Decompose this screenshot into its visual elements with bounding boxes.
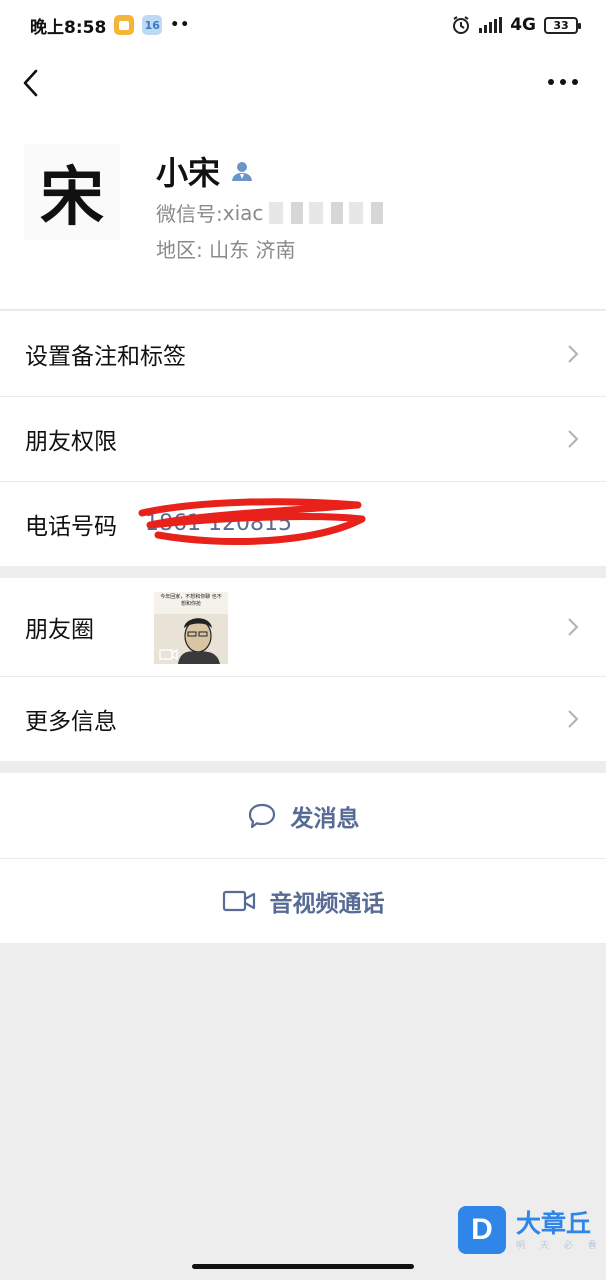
profile-header: 宋 小宋 微信号: xiac 地区: 山东 济南 [0, 114, 606, 310]
watermark: D 大章丘 明 天 必 看 [458, 1206, 603, 1254]
row-label: 朋友圈 [25, 617, 94, 643]
chevron-right-icon [568, 344, 579, 363]
network-type: 4G [510, 15, 536, 35]
nav-bar [0, 50, 606, 114]
thumbnail-caption: 今年回家，不想和你聊 也不想和你抢 [160, 594, 222, 607]
moments-group: 朋友圈 今年回家，不想和你聊 也不想和你抢 更多信息 [0, 578, 606, 761]
send-message-button[interactable]: 发消息 [0, 773, 606, 858]
watermark-text: 大章丘 [516, 1208, 592, 1238]
name-row: 小宋 [156, 148, 254, 194]
row-label: 设置备注和标签 [25, 343, 186, 370]
status-right: 4G 33 [451, 15, 581, 35]
more-info-row[interactable]: 更多信息 [0, 676, 606, 761]
wechat-id: 微信号: xiac [156, 198, 388, 227]
alarm-icon [453, 16, 470, 34]
chat-bubble-icon [247, 802, 277, 830]
settings-group: 设置备注和标签 朋友权限 电话号码 1861 120815 [0, 311, 606, 566]
wechat-id-label: 微信号: [156, 202, 223, 226]
redaction-scribble [138, 498, 366, 546]
chevron-left-icon[interactable] [18, 66, 48, 100]
signal-icon [479, 17, 503, 33]
wechat-id-value: xiac [222, 200, 264, 225]
region: 地区: 山东 济南 [156, 238, 296, 262]
video-camera-icon [222, 889, 256, 913]
home-indicator[interactable] [192, 1264, 414, 1269]
chevron-right-icon [568, 709, 579, 728]
phone-label: 电话号码 [25, 513, 117, 540]
watermark-subtext: 明 天 必 看 [516, 1240, 603, 1251]
video-call-label: 音视频通话 [269, 890, 385, 917]
contact-name: 小宋 [156, 154, 221, 192]
battery-icon: 33 [544, 16, 581, 34]
status-left: 晚上8:58 16 •• [30, 13, 190, 38]
status-bar: 晚上8:58 16 •• 4G 33 [0, 0, 606, 50]
battery-level: 33 [553, 18, 569, 32]
more-notifications-dots: •• [170, 17, 191, 33]
avatar[interactable]: 宋 [24, 144, 120, 240]
app-notification-icon [114, 15, 135, 35]
chevron-right-icon [568, 618, 579, 636]
friend-permissions-row[interactable]: 朋友权限 [0, 396, 606, 481]
more-horizontal-icon[interactable] [546, 72, 580, 92]
contact-person-icon [232, 162, 253, 181]
calendar-badge-icon: 16 [142, 15, 163, 35]
status-time: 晚上8:58 [30, 17, 107, 38]
video-call-button[interactable]: 音视频通话 [0, 858, 606, 943]
watermark-logo: D [458, 1206, 506, 1254]
actions-group: 发消息 音视频通话 [0, 773, 606, 943]
phone-number-row: 电话号码 1861 120815 [0, 481, 606, 566]
watermark-text-block: 大章丘 明 天 必 看 [516, 1208, 603, 1251]
set-remark-tags-row[interactable]: 设置备注和标签 [0, 311, 606, 396]
moments-thumbnail: 今年回家，不想和你聊 也不想和你抢 [154, 592, 228, 664]
row-label: 更多信息 [25, 708, 117, 735]
row-label: 朋友权限 [25, 428, 117, 455]
redacted-blur [269, 201, 388, 224]
chevron-right-icon [568, 429, 579, 448]
moments-row[interactable]: 朋友圈 今年回家，不想和你聊 也不想和你抢 [0, 578, 606, 676]
send-message-label: 发消息 [290, 805, 360, 832]
